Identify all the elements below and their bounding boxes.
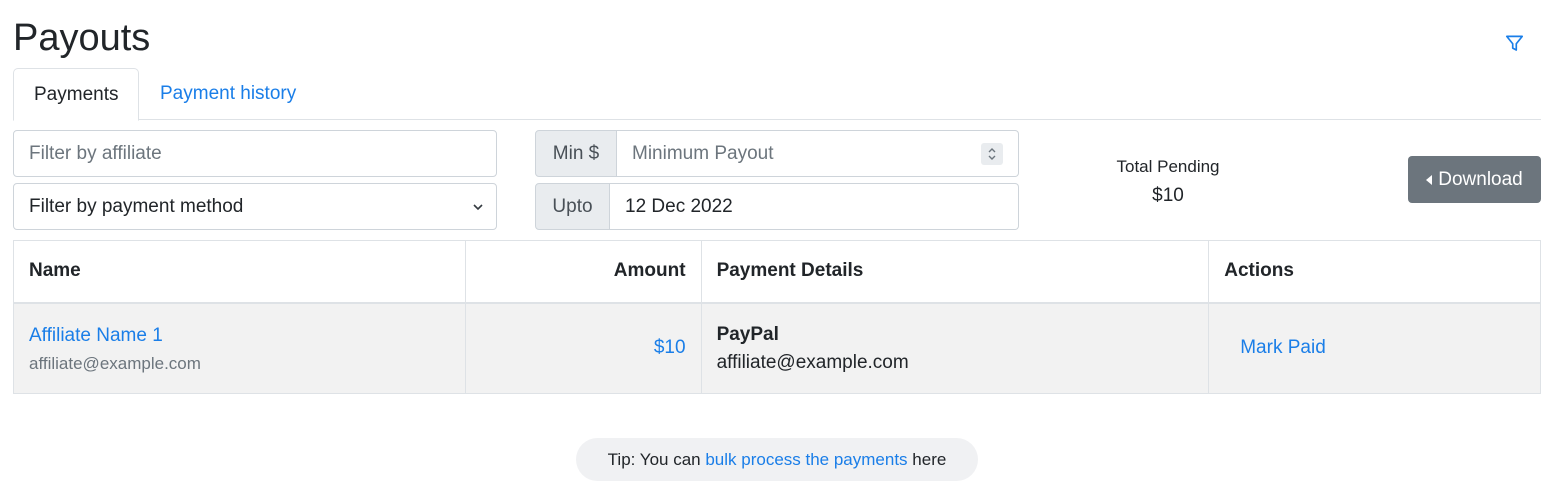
affiliate-email: affiliate@example.com xyxy=(29,353,201,373)
cell-payment-details: PayPal affiliate@example.com xyxy=(700,302,1210,394)
caret-left-icon xyxy=(1426,174,1433,185)
number-spinner[interactable] xyxy=(981,143,1003,165)
spinner-arrows-icon xyxy=(988,148,996,160)
payment-method-name: PayPal xyxy=(716,324,779,346)
tip-banner: Tip: You can bulk process the payments h… xyxy=(576,438,978,481)
tip-prefix: Tip: You can xyxy=(607,449,706,469)
upto-date-input[interactable]: 12 Dec 2022 xyxy=(610,183,1019,230)
tab-payments[interactable]: Payments xyxy=(13,68,139,121)
payouts-table: Name Amount Payment Details Actions Affi… xyxy=(13,240,1541,394)
cell-amount: $10 xyxy=(464,302,702,394)
payment-method-detail: affiliate@example.com xyxy=(716,352,909,374)
table-row: Affiliate Name 1 affiliate@example.com $… xyxy=(13,302,1541,394)
total-pending: Total Pending $10 xyxy=(1100,156,1236,207)
cell-actions: Mark Paid xyxy=(1208,302,1541,394)
download-button[interactable]: Download xyxy=(1408,156,1541,203)
bulk-process-link[interactable]: bulk process the payments xyxy=(705,450,907,470)
min-payout-placeholder: Minimum Payout xyxy=(632,142,774,164)
min-payout-input[interactable]: Minimum Payout xyxy=(617,130,1019,177)
total-pending-label: Total Pending xyxy=(1116,157,1220,176)
header-name: Name xyxy=(13,240,466,304)
affiliate-filter-placeholder: Filter by affiliate xyxy=(29,142,162,164)
header-amount: Amount xyxy=(464,240,702,304)
filter-icon xyxy=(1505,35,1523,51)
tab-bar: Payments Payment history xyxy=(13,68,1541,121)
upto-date-value: 12 Dec 2022 xyxy=(625,195,733,217)
payment-method-select[interactable]: Filter by payment method xyxy=(13,183,497,230)
amount-link[interactable]: $10 xyxy=(654,337,686,358)
page-title: Payouts xyxy=(13,17,151,59)
total-pending-value: $10 xyxy=(1152,185,1184,206)
affiliate-filter-input[interactable]: Filter by affiliate xyxy=(13,130,497,177)
affiliate-name-link[interactable]: Affiliate Name 1 xyxy=(29,323,450,349)
payment-method-selected: Filter by payment method xyxy=(29,195,244,217)
cell-name: Affiliate Name 1 affiliate@example.com xyxy=(13,302,466,394)
filter-toggle-button[interactable] xyxy=(1503,32,1525,54)
table-header-row: Name Amount Payment Details Actions xyxy=(13,240,1541,304)
chevron-down-icon xyxy=(473,204,483,211)
header-payment-details: Payment Details xyxy=(700,240,1210,304)
tab-payment-history[interactable]: Payment history xyxy=(140,68,316,120)
upto-prefix: Upto xyxy=(535,183,610,230)
header-actions: Actions xyxy=(1208,240,1541,304)
download-label: Download xyxy=(1438,168,1523,190)
min-payout-prefix: Min $ xyxy=(535,130,617,177)
tip-suffix: here xyxy=(907,449,947,469)
mark-paid-button[interactable]: Mark Paid xyxy=(1224,337,1326,358)
